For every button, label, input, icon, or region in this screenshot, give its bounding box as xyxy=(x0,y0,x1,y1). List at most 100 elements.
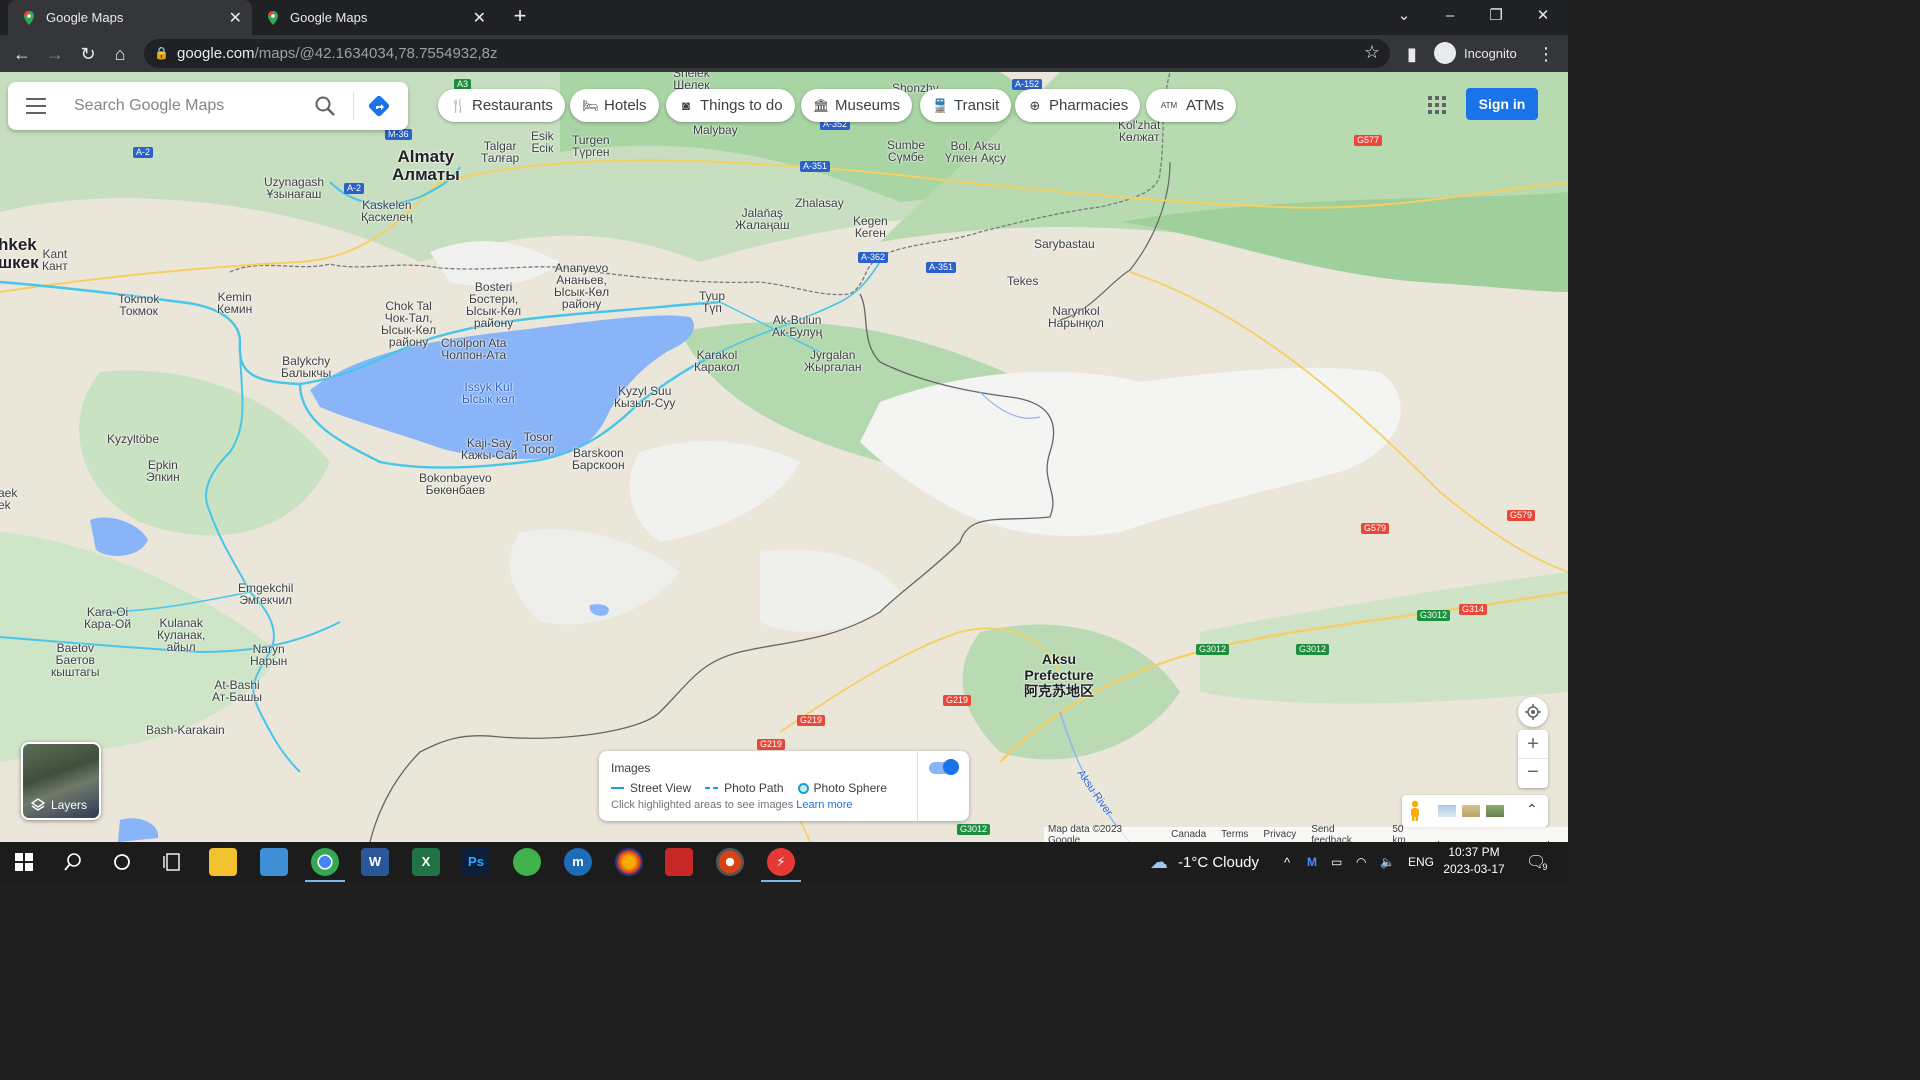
town-label-turgen[interactable]: Turgen Түрген xyxy=(572,134,610,158)
town-label-malybay[interactable]: Malybay xyxy=(693,124,738,136)
images-toggle[interactable] xyxy=(929,759,959,775)
media-player-icon[interactable] xyxy=(716,848,744,876)
back-icon[interactable]: ← xyxy=(9,41,35,67)
cortana-icon[interactable] xyxy=(113,853,131,871)
onedrive-icon[interactable]: M xyxy=(1307,842,1317,882)
town-label-uzynagash[interactable]: Uzynagash Ұзынағаш xyxy=(264,176,324,200)
town-label-chok-tal[interactable]: Chok Tal Чок-Тал, Ысык-Көл району xyxy=(381,300,436,348)
new-tab-icon[interactable]: + xyxy=(508,4,532,30)
country-link[interactable]: Canada xyxy=(1171,829,1206,840)
search-icon[interactable] xyxy=(314,95,336,117)
battery-icon[interactable]: ▭ xyxy=(1331,842,1342,882)
zoom-in-icon[interactable]: + xyxy=(1518,730,1548,759)
bookmark-star-icon[interactable]: ☆ xyxy=(1364,42,1380,63)
town-label-barskoon[interactable]: Barskoon Барскоон xyxy=(572,447,625,471)
video-app-icon[interactable] xyxy=(665,848,693,876)
town-label-talgar[interactable]: Talgar Талғар xyxy=(481,140,519,164)
map-canvas[interactable]: Almaty Алматы hkek шкек Kant Кант Tokmok… xyxy=(0,72,1568,842)
browser-menu-icon[interactable]: ⋮ xyxy=(1533,41,1559,67)
town-label-jyrgalan[interactable]: Jyrgalan Жыргалан xyxy=(804,349,861,373)
town-label-karakol[interactable]: Karakol Каракол xyxy=(694,349,740,373)
close-tab-icon[interactable]: ✕ xyxy=(229,8,242,28)
city-label-almaty[interactable]: Almaty Алматы xyxy=(392,148,460,184)
forward-icon[interactable]: → xyxy=(42,41,68,67)
scale-bar[interactable]: 50 km xyxy=(1392,824,1564,842)
file-explorer-icon[interactable] xyxy=(209,848,237,876)
minimize-icon[interactable]: – xyxy=(1427,0,1473,32)
menu-icon[interactable] xyxy=(26,98,46,114)
incognito-indicator[interactable]: Incognito xyxy=(1434,40,1517,66)
word-icon[interactable]: W xyxy=(361,848,389,876)
town-label-zhalasay[interactable]: Zhalasay xyxy=(795,197,844,209)
task-view-icon[interactable] xyxy=(163,853,181,871)
town-label-tyup[interactable]: Tyup Түп xyxy=(699,290,725,314)
town-label-kara-oi[interactable]: Kara-Oi Кара-Ой xyxy=(84,606,131,630)
expand-chevron-icon[interactable]: ⌃ xyxy=(1526,801,1538,818)
town-label-bash-karakain[interactable]: Bash-Karakain xyxy=(146,724,225,736)
town-label-bokonbayevo[interactable]: Bokonbayevo Бөкөнбаев xyxy=(419,472,492,496)
town-label-epkin[interactable]: Epkin Эпкин xyxy=(146,459,180,483)
town-label-baetov[interactable]: Baetov Баетов кыштагы xyxy=(51,642,100,678)
chip-hotels[interactable]: 🛏 Hotels xyxy=(570,89,659,122)
close-window-icon[interactable]: ✕ xyxy=(1520,0,1566,32)
layers-button[interactable]: Layers xyxy=(21,742,101,820)
reload-icon[interactable]: ↻ xyxy=(75,41,101,67)
home-icon[interactable]: ⌂ xyxy=(107,41,133,67)
town-label-emgekchil[interactable]: Emgekchil Эмгекчил xyxy=(238,582,293,606)
weather-widget[interactable]: ☁ -1°C Cloudy xyxy=(1150,842,1259,882)
town-label-kegen[interactable]: Kegen Кеген xyxy=(853,215,888,239)
tab-search-chevron-icon[interactable]: ⌄ xyxy=(1381,0,1427,32)
search-input[interactable] xyxy=(72,94,302,118)
excel-icon[interactable]: X xyxy=(412,848,440,876)
region-label-aksu[interactable]: Aksu Prefecture 阿克苏地区 xyxy=(1024,651,1094,699)
chip-things-to-do[interactable]: ◙ Things to do xyxy=(666,89,795,122)
town-label-kolzhat[interactable]: Kol'zhat Көлжат xyxy=(1118,119,1160,143)
imagery-thumbnail-1[interactable] xyxy=(1438,805,1456,817)
town-label-balykchy[interactable]: Balykchy Балыкчы xyxy=(281,355,331,379)
restore-icon[interactable]: ❐ xyxy=(1473,0,1519,32)
google-apps-icon[interactable] xyxy=(1427,95,1447,115)
town-label-aek[interactable]: aek ek xyxy=(0,487,17,511)
app-icon[interactable] xyxy=(615,848,643,876)
volume-icon[interactable]: 🔈 xyxy=(1380,842,1395,882)
chrome-icon[interactable] xyxy=(305,848,345,882)
city-label-bishkek[interactable]: hkek шкек xyxy=(0,236,39,272)
town-label-ananyevo[interactable]: Ananyevo Ананьев, Ысык-Көл району xyxy=(554,262,609,310)
browser-tab-1[interactable]: Google Maps ✕ xyxy=(8,0,252,35)
lake-label-issyk-kul[interactable]: Issyk Kul Ысык көл xyxy=(462,381,515,405)
photoshop-icon[interactable]: Ps xyxy=(462,848,490,876)
tray-chevron-icon[interactable]: ^ xyxy=(1284,842,1290,882)
town-label-sarybastau[interactable]: Sarybastau xyxy=(1034,238,1095,250)
zoom-out-icon[interactable]: − xyxy=(1518,759,1548,788)
close-tab-icon[interactable]: ✕ xyxy=(473,8,486,28)
town-label-ak-bulun[interactable]: Ak-Bulun Ак-Булуң xyxy=(772,314,822,338)
flash-app-icon[interactable]: ⚡ xyxy=(761,848,801,882)
browser-tab-2[interactable]: Google Maps ✕ xyxy=(252,0,496,35)
town-label-tekes[interactable]: Tekes xyxy=(1007,275,1038,287)
town-label-kyzyl-suu[interactable]: Kyzyl Suu Кызыл-Суу xyxy=(614,385,675,409)
sign-in-button[interactable]: Sign in xyxy=(1466,88,1538,120)
my-location-button[interactable] xyxy=(1518,697,1548,727)
clock[interactable]: 10:37 PM 2023-03-17 xyxy=(1428,844,1520,878)
town-label-naryn[interactable]: Naryn Нарын xyxy=(250,643,287,667)
town-label-zhalanash[interactable]: Jalaňaş Жалаңаш xyxy=(735,207,790,231)
town-label-at-bashi[interactable]: At-Bashi Ат-Башы xyxy=(212,679,262,703)
privacy-link[interactable]: Privacy xyxy=(1263,829,1296,840)
side-panel-icon[interactable]: ▮ xyxy=(1399,41,1425,67)
town-label-kulanak[interactable]: Kulanak Куланак, айыл xyxy=(157,617,205,653)
town-label-kemin[interactable]: Kemin Кемин xyxy=(217,291,252,315)
town-label-kaji-say[interactable]: Kaji-Say Кажы-Сай xyxy=(461,437,518,461)
chip-transit[interactable]: 🚆 Transit xyxy=(920,89,1012,122)
notification-center-icon[interactable]: 🗨 9 xyxy=(1526,842,1547,882)
town-label-kaskelen[interactable]: Kaskelen Қаскелең xyxy=(361,199,413,223)
town-label-bosteri[interactable]: Bosteri Бостери, Ысык-Көл району xyxy=(466,281,521,329)
town-label-tokmok[interactable]: Tokmok Токмок xyxy=(118,293,159,317)
control-panel-icon[interactable] xyxy=(260,848,288,876)
town-label-kyzyltobe[interactable]: Kyzyltöbe xyxy=(107,433,159,445)
town-label-sumbe[interactable]: Sumbe Сүмбе xyxy=(887,139,925,163)
pegman-icon[interactable] xyxy=(1408,800,1422,822)
town-label-esik[interactable]: Esik Есік xyxy=(531,130,554,154)
search-icon[interactable] xyxy=(63,852,83,872)
windows-start-icon[interactable] xyxy=(15,853,33,871)
send-feedback-link[interactable]: Send feedback xyxy=(1311,824,1377,843)
